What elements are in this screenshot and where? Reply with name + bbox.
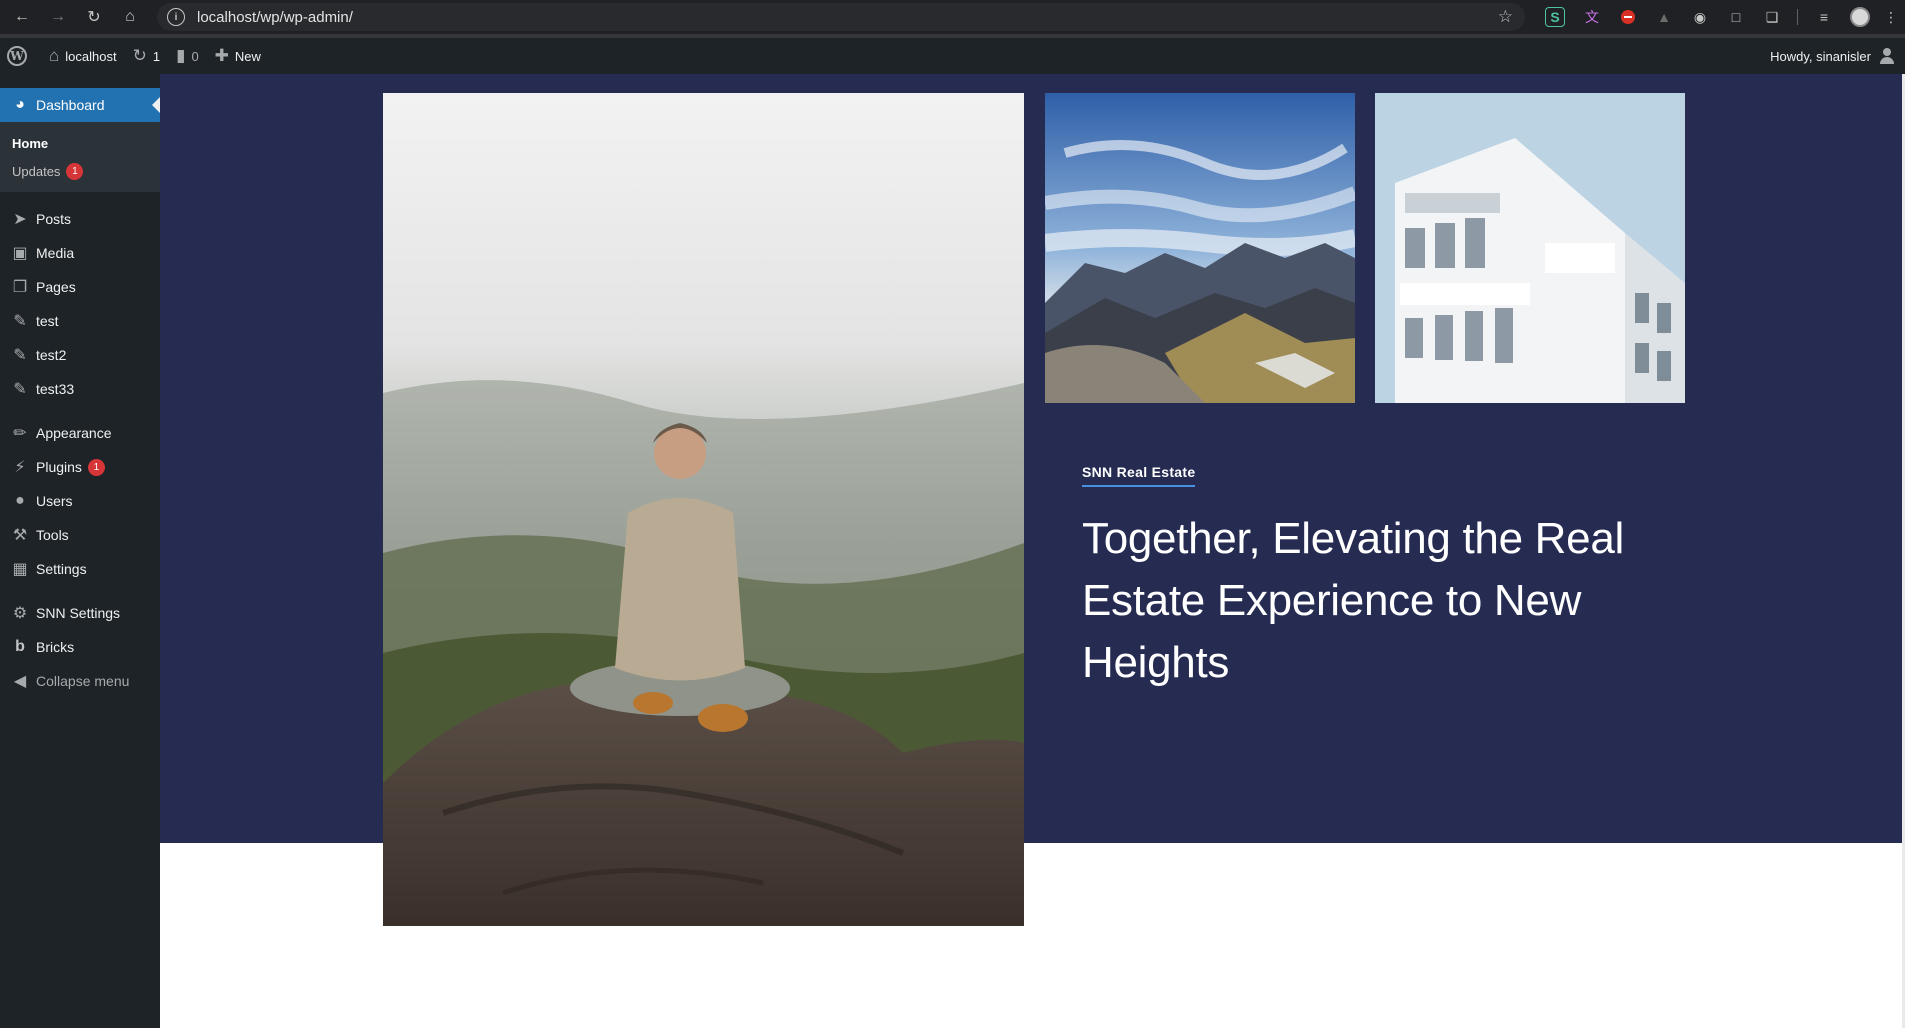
menu-posts-label: Posts (36, 211, 72, 227)
menu-test33-label: test33 (36, 381, 75, 397)
users-icon: ● (15, 492, 25, 509)
crop-extension-icon[interactable]: □ (1726, 7, 1746, 27)
menu-pages[interactable]: ❐ Pages (0, 270, 160, 304)
menu-appearance-label: Appearance (36, 425, 112, 441)
media-icon: ▣ (12, 245, 28, 262)
puzzle-extensions-icon[interactable]: ❏ (1762, 7, 1782, 27)
edit-icon: ✎ (13, 347, 27, 364)
home-icon[interactable]: ⌂ (112, 0, 148, 34)
submenu-home[interactable]: Home (0, 129, 160, 157)
url-text[interactable]: localhost/wp/wp-admin/ (197, 9, 353, 26)
adblock-extension-icon[interactable] (1618, 7, 1638, 27)
menu-plugins[interactable]: ⚡ Plugins 1 (0, 450, 160, 484)
site-name: localhost (65, 48, 117, 64)
gear-icon: ⚙ (12, 605, 28, 622)
menu-media-label: Media (36, 245, 75, 261)
bricks-icon: b (15, 638, 25, 655)
plugins-badge: 1 (87, 458, 105, 476)
admin-sidebar: ◕ Dashboard Home Updates 1 ➤ Posts ▣ Media… (0, 74, 160, 1028)
pages-icon: ❐ (12, 279, 28, 296)
menu-test[interactable]: ✎ test (0, 304, 160, 338)
menu-plugins-label: Plugins (36, 459, 82, 475)
dashboard-gauge-icon: ◕ (15, 96, 25, 113)
grammar-extension-icon[interactable]: S (1545, 7, 1565, 27)
edit-icon: ✎ (13, 313, 27, 330)
translate-extension-icon[interactable]: 文 (1582, 7, 1602, 27)
bookmark-star-icon[interactable]: ☆ (1498, 7, 1513, 27)
menu-test33[interactable]: ✎ test33 (0, 372, 160, 406)
mountain-landscape-photo (1045, 93, 1355, 403)
menu-settings-label: Settings (36, 561, 87, 577)
menu-dashboard[interactable]: ◕ Dashboard (0, 88, 160, 122)
wp-logo-menu[interactable]: W (0, 38, 35, 74)
menu-test2-label: test2 (36, 347, 67, 363)
menu-dashboard-label: Dashboard (36, 97, 105, 113)
menu-users[interactable]: ● Users (0, 484, 160, 518)
submenu-updates[interactable]: Updates 1 (0, 157, 160, 185)
settings-icon: ▦ (12, 561, 28, 578)
updates-menu[interactable]: ↻ 1 (125, 38, 168, 74)
new-label: New (234, 48, 261, 64)
site-name-menu[interactable]: ⌂ localhost (35, 38, 125, 74)
reload-icon[interactable]: ↻ (76, 0, 112, 34)
plus-icon: ✚ (214, 46, 229, 65)
menu-bricks[interactable]: b Bricks (0, 630, 160, 664)
toolbar-divider (1797, 9, 1798, 25)
submenu-updates-label: Updates (12, 163, 61, 179)
my-account-menu[interactable]: Howdy, sinanisler (1770, 38, 1895, 74)
menu-settings[interactable]: ▦ Settings (0, 552, 160, 586)
hero-headline: Together, Elevating the Real Estate Expe… (1082, 514, 1624, 687)
menu-pages-label: Pages (36, 279, 76, 295)
menu-tools[interactable]: ⚒ Tools (0, 518, 160, 552)
collapse-menu-label: Collapse menu (36, 673, 130, 689)
site-info-icon[interactable]: i (167, 8, 185, 26)
dashboard-submenu: Home Updates 1 (0, 122, 160, 192)
home-icon: ⌂ (49, 46, 60, 65)
menu-posts[interactable]: ➤ Posts (0, 202, 160, 236)
menu-test-label: test (36, 313, 59, 329)
mountain-extension-icon[interactable]: ▲ (1654, 7, 1674, 27)
current-menu-arrow (152, 97, 160, 113)
wrench-icon: ⚒ (12, 527, 28, 544)
more-menu-icon[interactable]: ⋮ (1883, 7, 1899, 27)
hero-eyebrow: SNN Real Estate (1082, 464, 1196, 487)
menu-appearance[interactable]: ✏ Appearance (0, 416, 160, 450)
comment-icon: ▮ (176, 46, 186, 65)
menu-bricks-label: Bricks (36, 639, 75, 655)
wordpress-logo-icon: W (7, 46, 27, 66)
back-arrow-icon[interactable]: ← (4, 0, 40, 34)
menu-snn-settings-label: SNN Settings (36, 605, 121, 621)
comments-count: 0 (191, 48, 199, 64)
menu-test2[interactable]: ✎ test2 (0, 338, 160, 372)
updates-icon: ↻ (132, 46, 147, 65)
collapse-arrow-icon: ◀ (13, 673, 27, 690)
browser-toolbar: ← → ↻ ⌂ i localhost/wp/wp-admin/ ☆ S 文 ▲… (0, 0, 1905, 34)
screenshot-extension-icon[interactable]: ◉ (1690, 7, 1710, 27)
address-bar[interactable]: i localhost/wp/wp-admin/ ☆ (157, 3, 1525, 31)
white-building-photo (1375, 93, 1685, 403)
menu-media[interactable]: ▣ Media (0, 236, 160, 270)
collapse-menu-button[interactable]: ◀ Collapse menu (0, 664, 160, 698)
edit-icon: ✎ (13, 381, 27, 398)
pin-icon: ➤ (13, 211, 27, 228)
howdy-greeting: Howdy, sinanisler (1770, 48, 1871, 64)
profile-avatar-icon[interactable] (1850, 7, 1870, 27)
menu-snn-settings[interactable]: ⚙ SNN Settings (0, 596, 160, 630)
reading-list-icon[interactable]: ≡ (1814, 7, 1834, 27)
comments-menu[interactable]: ▮ 0 (168, 38, 207, 74)
menu-users-label: Users (36, 493, 73, 509)
updates-badge: 1 (66, 162, 84, 180)
user-avatar-icon (1879, 48, 1895, 64)
updates-count: 1 (152, 48, 161, 64)
meditating-woman-photo (383, 93, 1024, 926)
wp-admin-bar: W ⌂ localhost ↻ 1 ▮ 0 ✚ New Howdy, sinan… (0, 38, 1905, 74)
forward-arrow-icon[interactable]: → (40, 0, 76, 34)
plugin-icon: ⚡ (14, 459, 26, 476)
new-content-menu[interactable]: ✚ New (207, 38, 269, 74)
menu-tools-label: Tools (36, 527, 69, 543)
brush-icon: ✏ (13, 425, 27, 442)
